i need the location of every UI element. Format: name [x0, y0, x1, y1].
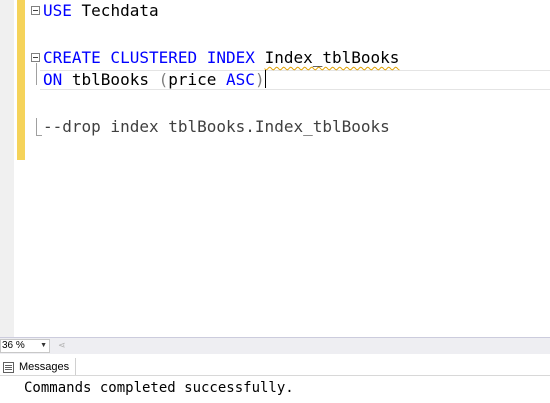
- collapse-icon[interactable]: [31, 6, 40, 15]
- column-name: price: [168, 70, 227, 89]
- grip-icon: ⋖: [58, 340, 66, 350]
- keyword: ON: [43, 70, 63, 89]
- fold-guide: [36, 118, 37, 136]
- fold-guide: [36, 63, 37, 85]
- paren: (: [158, 70, 169, 89]
- query-editor[interactable]: USE Techdata CREATE CLUSTERED INDEX Inde…: [0, 0, 550, 337]
- message-text: Commands completed successfully.: [24, 380, 294, 396]
- code-line[interactable]: ON tblBooks (price ASC): [43, 70, 266, 90]
- messages-icon: [3, 361, 14, 373]
- zoom-bar: 36 % ▼ ⋖: [0, 337, 550, 354]
- zoom-value: 36 %: [2, 340, 25, 351]
- chevron-down-icon[interactable]: ▼: [40, 340, 47, 352]
- change-indicator-bar: [17, 0, 25, 160]
- code-line[interactable]: CREATE CLUSTERED INDEX Index_tblBooks: [43, 48, 399, 68]
- keyword: CREATE CLUSTERED INDEX: [43, 48, 255, 67]
- tab-label: Messages: [19, 361, 70, 373]
- collapse-icon[interactable]: [31, 53, 40, 62]
- tab-messages[interactable]: Messages: [0, 358, 77, 376]
- tab-divider: [0, 375, 550, 376]
- editor-margin: [0, 0, 14, 337]
- zoom-select[interactable]: 36 % ▼: [0, 339, 50, 353]
- results-tabs: Messages: [0, 354, 550, 376]
- index-name: Index_tblBooks: [264, 48, 400, 67]
- comment-text: --drop index tblBooks.Index_tblBooks: [43, 117, 390, 136]
- comment-line[interactable]: --drop index tblBooks.Index_tblBooks: [43, 117, 390, 137]
- code-line[interactable]: USE Techdata: [43, 1, 159, 21]
- paren: ): [254, 70, 265, 89]
- table-name: tblBooks: [62, 70, 159, 89]
- text-caret: [264, 70, 266, 88]
- keyword: ASC: [226, 70, 255, 89]
- keyword: USE: [43, 1, 72, 20]
- fold-guide: [36, 135, 42, 136]
- identifier: Techdata: [71, 1, 159, 20]
